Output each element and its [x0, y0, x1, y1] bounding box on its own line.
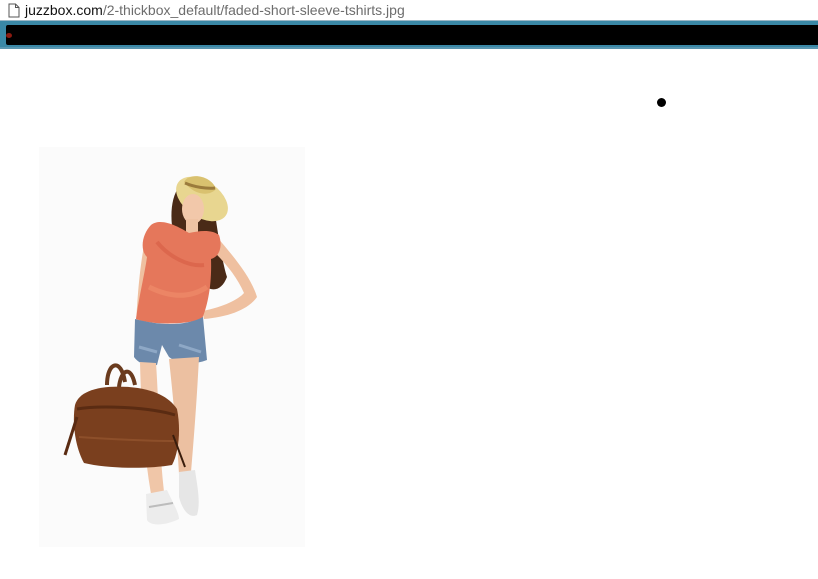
cursor-dot	[657, 98, 666, 107]
redacted-bar	[6, 25, 818, 45]
divider	[0, 47, 818, 49]
divider	[0, 20, 818, 21]
product-photo	[63, 176, 257, 525]
page-icon	[6, 0, 22, 20]
redaction-mark	[6, 33, 12, 38]
url-path: /2-thickbox_default/faded-short-sleeve-t…	[102, 2, 405, 18]
url-text[interactable]: juzzbox.com/2-thickbox_default/faded-sho…	[25, 0, 405, 20]
toolbar-strip	[0, 20, 818, 49]
address-bar[interactable]: juzzbox.com/2-thickbox_default/faded-sho…	[0, 0, 818, 20]
product-image	[39, 147, 305, 547]
url-domain: juzzbox.com	[25, 2, 103, 18]
browser-window: juzzbox.com/2-thickbox_default/faded-sho…	[0, 0, 818, 579]
